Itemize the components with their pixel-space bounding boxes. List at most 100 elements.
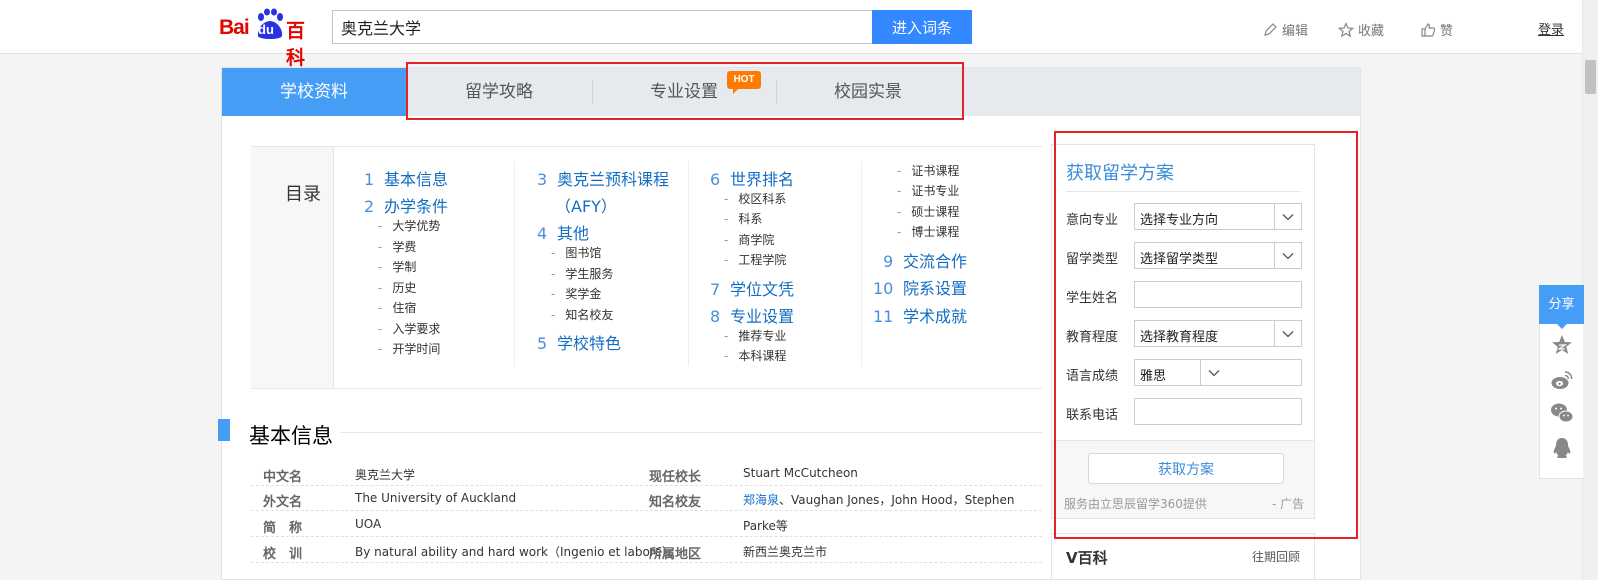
logo-baike: 百科 [286,20,306,69]
info-key: 现任校长 [649,470,702,485]
wechat-icon[interactable] [1550,401,1574,425]
toc-subitem[interactable]: 博士课程 [897,223,959,240]
info-key: 知名校友 [649,495,702,510]
toc-subitem[interactable]: 奖学金 [551,285,601,302]
past-issues-link[interactable]: 往期回顾 [1252,548,1300,565]
tab-campus-view[interactable]: 校园实景 [776,68,960,116]
toc-item-basic-info[interactable]: 1 基本信息 [364,166,448,190]
info-key: 所属地区 [649,547,702,562]
info-value: By natural ability and hard work（Ingenio… [355,545,674,559]
tab-bar: 学校资料 留学攻略 专业设置 HOT 校园实景 [222,68,1360,116]
search-input[interactable] [332,10,872,44]
toc-subitem[interactable]: 入学要求 [378,320,440,337]
toc-item-achievements[interactable]: 11 学术成就 [873,303,967,327]
toc-subitem[interactable]: 商学院 [724,231,774,248]
baidu-baike-logo[interactable]: Bai du 百科 [219,8,319,69]
type-label: 留学类型 [1066,252,1119,267]
language-test-select[interactable]: 雅思 [1134,359,1228,386]
enter-entry-button[interactable]: 进入词条 [872,10,972,44]
toc-subitem[interactable]: 校区科系 [724,190,786,207]
tab-school-info[interactable]: 学校资料 [222,68,406,116]
phone-input[interactable] [1134,398,1302,425]
info-key: 中文名 [263,470,303,485]
toc-item-features[interactable]: 5 学校特色 [537,330,621,354]
info-value: Stuart McCutcheon [743,466,858,480]
toc-item-exchange[interactable]: 9 交流合作 [883,248,967,272]
toc-item-other[interactable]: 4 其他 [537,220,589,244]
toc-subitem[interactable]: 推荐专业 [724,327,786,344]
toc-subitem[interactable]: 本科课程 [724,347,786,364]
share-label: 分享 [1539,285,1584,329]
major-select[interactable]: 选择专业方向 [1134,203,1302,230]
info-row: 校 训 By natural ability and hard work（Ing… [251,538,1042,563]
toc-subitem[interactable]: 大学优势 [378,217,440,234]
section-title: 基本信息 [249,424,333,448]
logo-bai: Bai [219,16,250,39]
favorite-label: 收藏 [1358,24,1385,39]
info-key: 校 训 [263,547,303,562]
chevron-down-icon [1274,321,1301,346]
toc-item-departments[interactable]: 10 院系设置 [873,275,967,299]
toc-subitem[interactable]: 开学时间 [378,340,440,357]
toc-subitem[interactable]: 学制 [378,258,416,275]
edit-label: 编辑 [1282,24,1309,39]
toc-subitem[interactable]: 硕士课程 [897,203,959,220]
toc-item-foundation-cont[interactable]: （AFY） [555,193,617,217]
toc-item-majors[interactable]: 8 专业设置 [710,303,794,327]
section-divider [340,432,1042,433]
form-title: 获取留学方案 [1066,163,1174,184]
toc-item-degrees[interactable]: 7 学位文凭 [710,276,794,300]
info-key: 外文名 [263,495,303,510]
toc-subitem[interactable]: 学生服务 [551,265,613,282]
main-content: 学校资料 留学攻略 专业设置 HOT 校园实景 目录 1基本信息 2办学条件 大… [218,67,1361,580]
star-icon [1338,21,1354,38]
toc-item-conditions[interactable]: 2 办学条件 [364,193,448,217]
toc-subitem[interactable]: 科系 [724,210,762,227]
major-label: 意向专业 [1066,213,1119,228]
toc-subitem[interactable]: 图书馆 [551,244,601,261]
language-score-input[interactable] [1227,359,1302,386]
scrollbar-thumb[interactable] [1585,60,1596,94]
toc-subitem[interactable]: 证书专业 [897,182,959,199]
toc-subitem[interactable]: 历史 [378,279,416,296]
share-widget: 分享 [1539,285,1584,479]
info-value: 新西兰奥克兰市 [743,545,828,559]
thumbs-up-icon [1421,22,1436,37]
type-select[interactable]: 选择留学类型 [1134,242,1302,269]
info-row: 简 称 UOA Parke等 [251,512,1042,537]
education-label: 教育程度 [1066,330,1119,345]
info-key: 简 称 [263,521,303,536]
edit-button[interactable]: 编辑 [1262,20,1308,39]
provider-note: 服务由立思辰留学360提供 [1064,497,1207,511]
alumni-link[interactable]: 郑海泉 [743,493,779,507]
toc-subitem[interactable]: 学费 [378,238,416,255]
login-link[interactable]: 登录 [1538,19,1564,38]
weibo-icon[interactable] [1550,368,1574,392]
education-select[interactable]: 选择教育程度 [1134,320,1302,347]
catalog-header: 目录 [251,147,334,388]
column-divider [861,161,862,366]
v-baike-panel: V百科 往期回顾 [1051,533,1315,580]
favorite-button[interactable]: 收藏 [1338,20,1384,39]
pencil-icon [1264,22,1277,36]
toc-subitem[interactable]: 知名校友 [551,306,613,323]
info-value: 奥克兰大学 [355,468,416,482]
student-name-input[interactable] [1134,281,1302,308]
hot-badge: HOT [727,71,761,94]
column-divider [514,161,515,366]
toc-subitem[interactable]: 证书课程 [897,162,959,179]
qq-penguin-icon[interactable] [1550,436,1574,460]
page-scrollbar[interactable] [1582,0,1598,580]
info-value: Parke等 [743,519,788,533]
qzone-star-icon[interactable] [1550,333,1574,357]
tab-study-guide[interactable]: 留学攻略 [406,68,592,116]
chevron-down-icon [1274,204,1301,229]
get-plan-button[interactable]: 获取方案 [1088,453,1284,484]
like-button[interactable]: 赞 [1420,20,1453,39]
toc-subitem[interactable]: 住宿 [378,299,416,316]
chevron-down-icon [1274,243,1301,268]
toc-subitem[interactable]: 工程学院 [724,251,786,268]
toc-item-foundation[interactable]: 3 奥克兰预科课程 [537,166,669,190]
catalog-title: 目录 [285,184,321,205]
toc-item-ranking[interactable]: 6 世界排名 [710,166,794,190]
